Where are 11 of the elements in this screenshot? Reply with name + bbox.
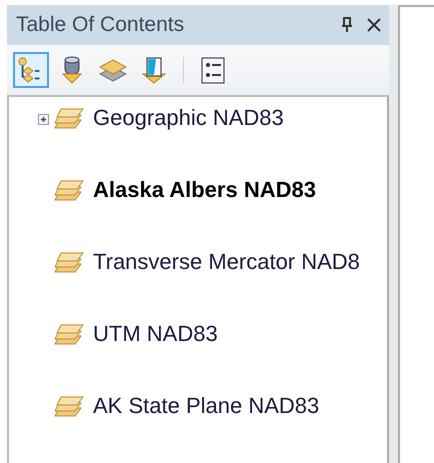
data-frame-label[interactable]: UTM NAD83 <box>93 321 218 347</box>
toolbar-button[interactable] <box>13 52 49 88</box>
expand-icon[interactable] <box>38 114 49 125</box>
map-layer-icon <box>139 55 169 85</box>
close-icon[interactable] <box>367 18 381 32</box>
panel-title: Table Of Contents <box>16 13 186 37</box>
pin-icon[interactable] <box>341 17 353 33</box>
data-frame-label[interactable]: Alaska Albers NAD83 <box>93 177 316 203</box>
data-frame-label[interactable]: Geographic NAD83 <box>93 105 284 131</box>
data-frame-label[interactable]: AK State Plane NAD83 <box>93 393 320 419</box>
data-frame-label[interactable]: Transverse Mercator NAD8 <box>93 249 360 275</box>
